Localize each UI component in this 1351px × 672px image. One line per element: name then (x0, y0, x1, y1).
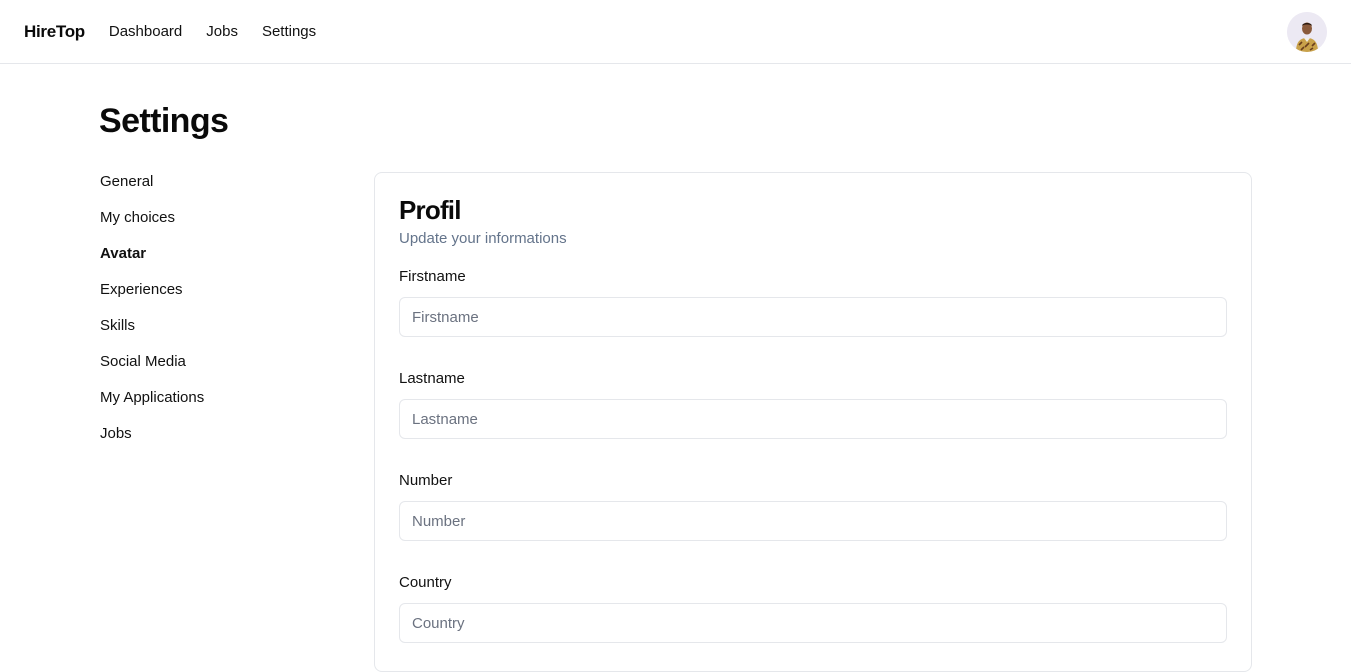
settings-sidebar: General My choices Avatar Experiences Sk… (100, 172, 320, 460)
lastname-label: Lastname (399, 370, 465, 387)
sidebar-item-experiences[interactable]: Experiences (100, 280, 320, 316)
country-field-group: Country (399, 573, 1227, 643)
brand-logo[interactable]: HireTop (24, 22, 85, 42)
lastname-input[interactable] (399, 399, 1227, 439)
user-avatar[interactable] (1287, 12, 1327, 52)
sidebar-item-my-applications[interactable]: My Applications (100, 388, 320, 424)
profile-card-subtitle: Update your informations (399, 230, 567, 247)
lastname-field-group: Lastname (399, 369, 1227, 439)
page-title: Settings (99, 102, 229, 140)
country-label: Country (399, 574, 452, 591)
sidebar-item-social-media[interactable]: Social Media (100, 352, 320, 388)
number-label: Number (399, 472, 453, 489)
profile-card: Profil Update your informations Firstnam… (374, 172, 1252, 672)
country-input[interactable] (399, 603, 1227, 643)
firstname-field-group: Firstname (399, 267, 1227, 337)
nav-link-settings[interactable]: Settings (262, 23, 316, 40)
sidebar-item-avatar[interactable]: Avatar (100, 244, 320, 280)
nav-link-dashboard[interactable]: Dashboard (109, 23, 182, 40)
user-avatar-icon (1287, 12, 1327, 52)
firstname-label: Firstname (399, 268, 466, 285)
number-input[interactable] (399, 501, 1227, 541)
number-field-group: Number (399, 471, 1227, 541)
top-navbar: HireTop Dashboard Jobs Settings (0, 0, 1351, 64)
nav-link-jobs[interactable]: Jobs (206, 23, 238, 40)
profile-card-title: Profil (399, 195, 461, 225)
sidebar-item-jobs[interactable]: Jobs (100, 424, 320, 460)
sidebar-item-my-choices[interactable]: My choices (100, 208, 320, 244)
firstname-input[interactable] (399, 297, 1227, 337)
sidebar-item-general[interactable]: General (100, 172, 320, 208)
sidebar-item-skills[interactable]: Skills (100, 316, 320, 352)
